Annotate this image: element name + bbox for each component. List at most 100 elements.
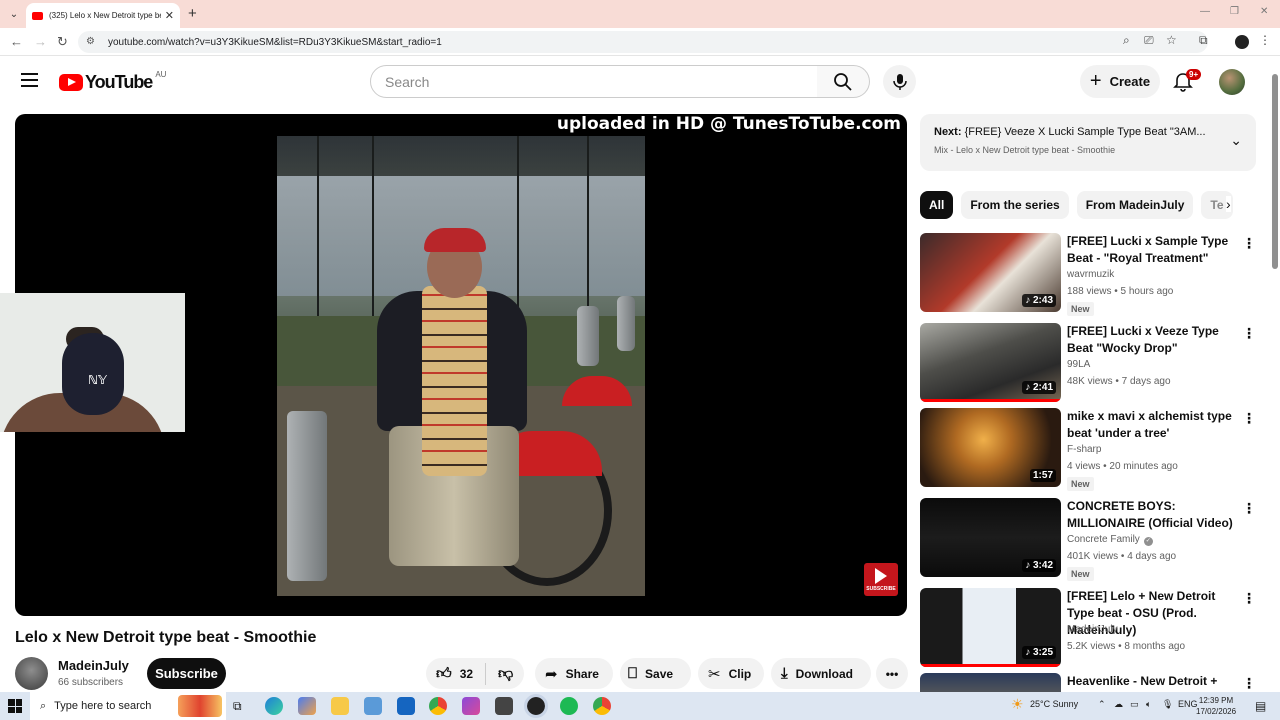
spotify-icon[interactable] bbox=[560, 697, 578, 715]
download-button[interactable]: ⤓ Download bbox=[771, 658, 871, 689]
create-button[interactable]: + Create bbox=[1080, 65, 1160, 98]
channel-avatar[interactable] bbox=[15, 657, 48, 690]
address-bar[interactable]: ⚙ youtube.com/watch?v=u3Y3KikueSM&list=R… bbox=[78, 31, 1208, 53]
rec-title[interactable]: [FREE] Lucki x Veeze Type Beat "Wocky Dr… bbox=[1067, 323, 1237, 357]
dislike-icon[interactable]: 👎︎ bbox=[498, 665, 513, 683]
clock[interactable]: 12:39 PM 17/02/2026 bbox=[1196, 695, 1236, 717]
taskbar-search[interactable]: ⌕ Type here to search bbox=[30, 692, 226, 720]
chip-all[interactable]: All bbox=[920, 191, 954, 219]
clip-label: Clip bbox=[728, 666, 752, 681]
minimize-icon[interactable]: — bbox=[1200, 6, 1210, 17]
tray-app-icon[interactable]: ▭ bbox=[1130, 699, 1139, 710]
obs-icon[interactable] bbox=[524, 694, 548, 718]
rec-title[interactable]: Heavenlike - New Detroit + bbox=[1067, 673, 1237, 690]
rec-meta: 4 views • 20 minutes ago bbox=[1067, 461, 1178, 472]
rec-channel-row[interactable]: Concrete Family ✓ bbox=[1067, 534, 1153, 546]
volume-icon[interactable]: 🔈︎ bbox=[1146, 699, 1151, 710]
more-vertical-icon[interactable]: ⋮ bbox=[1242, 325, 1256, 342]
close-tab-icon[interactable]: ✕ bbox=[165, 9, 174, 22]
youtube-logo[interactable]: YouTube AU bbox=[59, 70, 166, 93]
subscribe-watermark-button[interactable]: SUBSCRIBE bbox=[864, 563, 898, 596]
video-thumbnail[interactable]: ♪ 2:43 bbox=[920, 233, 1061, 312]
task-view-icon[interactable]: ⧉ bbox=[233, 699, 251, 717]
browser-menu-icon[interactable]: ⋮ bbox=[1259, 33, 1271, 47]
rec-title[interactable]: CONCRETE BOYS: MILLIONAIRE (Official Vid… bbox=[1067, 498, 1237, 532]
restore-icon[interactable]: ❐ bbox=[1230, 6, 1239, 17]
outlook-icon[interactable] bbox=[397, 697, 415, 715]
more-vertical-icon[interactable]: ⋮ bbox=[1242, 590, 1256, 607]
copilot-icon[interactable] bbox=[298, 697, 316, 715]
app-icon[interactable] bbox=[495, 697, 513, 715]
more-vertical-icon[interactable]: ⋮ bbox=[1242, 675, 1256, 692]
channel-name[interactable]: MadeinJuly bbox=[58, 658, 129, 673]
rec-channel[interactable]: 99LA bbox=[1067, 359, 1090, 370]
input-language[interactable]: ENG bbox=[1178, 699, 1198, 709]
video-thumbnail[interactable]: ♪ 3:42 bbox=[920, 498, 1061, 577]
more-actions-button[interactable]: ••• bbox=[876, 658, 908, 689]
save-button[interactable]: ⎕ Save bbox=[620, 658, 691, 689]
new-tab-icon[interactable]: + bbox=[188, 5, 197, 22]
chevron-right-icon[interactable]: › bbox=[1226, 196, 1231, 212]
rec-channel[interactable]: MadeinJuly bbox=[1067, 624, 1118, 635]
bookmark-star-icon[interactable]: ☆ bbox=[1166, 33, 1177, 47]
rec-channel[interactable]: F-sharp bbox=[1067, 444, 1101, 455]
duration-text: 3:42 bbox=[1032, 560, 1053, 571]
app-icon[interactable] bbox=[462, 697, 480, 715]
list-item[interactable]: ♪ 3:25 [FREE] Lelo + New Detroit Type be… bbox=[920, 588, 1260, 668]
chip-from-channel[interactable]: From MadeinJuly bbox=[1076, 191, 1194, 219]
edge-icon[interactable] bbox=[265, 697, 283, 715]
zoom-icon[interactable]: ⌕ bbox=[1123, 33, 1130, 48]
chrome-icon[interactable] bbox=[593, 697, 611, 715]
video-thumbnail[interactable]: ♪ 2:41 bbox=[920, 323, 1061, 402]
weather-text[interactable]: 25°C Sunny bbox=[1030, 699, 1078, 709]
subscribe-button[interactable]: Subscribe bbox=[147, 658, 226, 689]
reload-icon[interactable]: ↻ bbox=[57, 34, 68, 50]
video-thumbnail[interactable]: ♪ 3:25 bbox=[920, 588, 1061, 667]
tab-search-chevron-icon[interactable]: ⌄ bbox=[4, 4, 24, 24]
menu-icon[interactable] bbox=[21, 73, 38, 87]
tray-chevron-icon[interactable]: ⌃ bbox=[1098, 699, 1106, 710]
extensions-icon[interactable]: ⧉ bbox=[1199, 33, 1208, 48]
browser-tab[interactable]: (325) Lelo x New Detroit type beat - Smo… bbox=[26, 3, 180, 28]
list-item[interactable]: ♪ 3:42 CONCRETE BOYS: MILLIONAIRE (Offic… bbox=[920, 498, 1260, 581]
more-vertical-icon[interactable]: ⋮ bbox=[1242, 500, 1256, 517]
network-icon[interactable]: ☁ bbox=[1114, 699, 1123, 710]
like-icon[interactable]: 👍︎ bbox=[436, 665, 452, 683]
more-vertical-icon[interactable]: ⋮ bbox=[1242, 235, 1256, 252]
rec-channel[interactable]: wavrmuzik bbox=[1067, 269, 1114, 280]
mic-icon[interactable]: 🎙︎ bbox=[1162, 699, 1173, 710]
clip-button[interactable]: ✂ Clip bbox=[698, 658, 764, 689]
up-next-title: {FREE} Veeze X Lucki Sample Type Beat "3… bbox=[964, 126, 1206, 138]
search-button[interactable] bbox=[817, 65, 870, 98]
more-vertical-icon[interactable]: ⋮ bbox=[1242, 410, 1256, 427]
file-explorer-icon[interactable] bbox=[331, 697, 349, 715]
browser-profile-avatar[interactable] bbox=[1235, 35, 1249, 49]
notification-center-icon[interactable]: ▤ bbox=[1255, 699, 1266, 713]
page-scrollbar[interactable] bbox=[1270, 64, 1280, 692]
list-item[interactable]: ♪ 2:43 [FREE] Lucki x Sample Type Beat -… bbox=[920, 233, 1260, 316]
install-app-icon[interactable]: ⎚ bbox=[1144, 33, 1154, 48]
list-item[interactable]: 1:57 mike x mavi x alchemist type beat '… bbox=[920, 408, 1260, 491]
rec-title[interactable]: [FREE] Lucki x Sample Type Beat - "Royal… bbox=[1067, 233, 1237, 267]
account-avatar[interactable] bbox=[1219, 69, 1245, 95]
forward-icon[interactable]: → bbox=[34, 34, 47, 49]
like-count[interactable]: 32 bbox=[460, 667, 473, 681]
video-thumbnail[interactable]: 1:57 bbox=[920, 408, 1061, 487]
search-input[interactable]: Search bbox=[370, 65, 818, 98]
list-item[interactable]: ♪ 2:41 [FREE] Lucki x Veeze Type Beat "W… bbox=[920, 323, 1260, 403]
windows-start-icon[interactable] bbox=[8, 699, 22, 713]
site-info-icon[interactable]: ⚙ bbox=[86, 36, 98, 48]
up-next-panel[interactable]: Next: {FREE} Veeze X Lucki Sample Type B… bbox=[920, 114, 1256, 171]
store-icon[interactable] bbox=[364, 697, 382, 715]
chevron-down-icon[interactable]: ⌄ bbox=[1230, 132, 1242, 149]
share-button[interactable]: ➦ Share bbox=[535, 658, 613, 689]
voice-search-button[interactable] bbox=[883, 65, 916, 98]
list-item[interactable]: Heavenlike - New Detroit + ⋮ bbox=[920, 673, 1260, 692]
close-window-icon[interactable]: ✕ bbox=[1260, 6, 1268, 17]
back-icon[interactable]: ← bbox=[10, 34, 23, 49]
rec-title[interactable]: mike x mavi x alchemist type beat 'under… bbox=[1067, 408, 1237, 442]
video-thumbnail[interactable] bbox=[920, 673, 1061, 692]
scrollbar-thumb[interactable] bbox=[1272, 74, 1278, 269]
chip-from-series[interactable]: From the series bbox=[961, 191, 1069, 219]
chrome-icon[interactable] bbox=[429, 697, 447, 715]
